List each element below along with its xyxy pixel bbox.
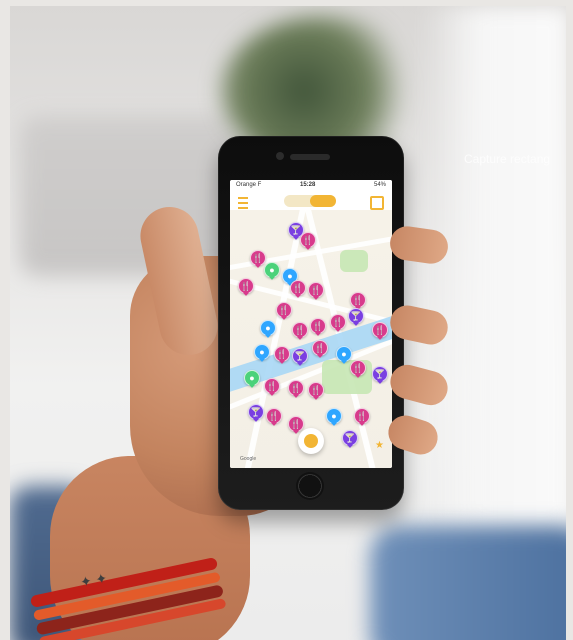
menu-icon[interactable]: [238, 197, 248, 209]
mode-toggle[interactable]: [284, 195, 336, 207]
time-label: 15:28: [300, 182, 316, 188]
jeans: [370, 526, 566, 640]
map-pin-icon[interactable]: ●: [336, 346, 352, 362]
earpiece-speaker: [290, 154, 330, 160]
smartphone: Orange F 15:28 54% 🍸 🍴 🍴 ● 🍴 ● 🍴 🍴 🍴 🍴 ●…: [218, 136, 404, 510]
map-pin-icon[interactable]: 🍴: [290, 280, 306, 296]
photo-scene: Capture rectang ✦ ✦ Orange F 15:28 54% 🍸…: [10, 6, 566, 640]
map-pin-icon[interactable]: 🍴: [330, 314, 346, 330]
map-pin-icon[interactable]: 🍴: [372, 322, 388, 338]
carrier-label: Orange F: [236, 182, 262, 188]
map-pin-icon[interactable]: 🍴: [312, 340, 328, 356]
background-sofa: [20, 116, 240, 276]
photo-frame: Capture rectang ✦ ✦ Orange F 15:28 54% 🍸…: [0, 0, 573, 640]
filter-icon[interactable]: [370, 196, 384, 210]
map-pin-icon[interactable]: ●: [260, 320, 276, 336]
map-pin-icon[interactable]: 🍴: [300, 232, 316, 248]
battery-label: 54%: [373, 182, 386, 188]
map-pin-icon[interactable]: 🍴: [310, 318, 326, 334]
status-bar: Orange F 15:28 54%: [230, 180, 392, 192]
map-pin-icon[interactable]: ●: [326, 408, 342, 424]
map-pin-icon[interactable]: 🍴: [292, 322, 308, 338]
locate-icon: [304, 434, 318, 448]
map-pin-icon[interactable]: 🍴: [350, 360, 366, 376]
background-window: [420, 6, 566, 526]
home-button[interactable]: [296, 472, 324, 500]
map-pin-icon[interactable]: 🍴: [288, 380, 304, 396]
map-pin-icon[interactable]: 🍴: [266, 408, 282, 424]
map-view[interactable]: 🍸 🍴 🍴 ● 🍴 ● 🍴 🍴 🍴 🍴 ● 🍴 🍴 🍴 🍸 🍴 ● 🍴 🍸 🍴 …: [230, 210, 392, 468]
map-pin-icon[interactable]: ●: [264, 262, 280, 278]
mode-toggle-active[interactable]: [310, 195, 336, 207]
front-camera: [276, 152, 284, 160]
locate-button[interactable]: [298, 428, 324, 454]
map-pin-icon[interactable]: 🍴: [350, 292, 366, 308]
map-pin-icon[interactable]: 🍸: [292, 348, 308, 364]
map-pin-icon[interactable]: 🍸: [342, 430, 358, 446]
map-pin-icon[interactable]: 🍴: [250, 250, 266, 266]
map-pin-icon[interactable]: 🍸: [348, 308, 364, 324]
map-pin-icon[interactable]: 🍴: [308, 282, 324, 298]
map-pin-icon[interactable]: 🍸: [248, 404, 264, 420]
map-pin-icon[interactable]: 🍴: [276, 302, 292, 318]
map-pin-icon[interactable]: 🍴: [288, 416, 304, 432]
map-pin-icon[interactable]: 🍸: [372, 366, 388, 382]
map-pin-icon[interactable]: ●: [244, 370, 260, 386]
map-attribution: Google: [240, 456, 257, 462]
map-pin-icon[interactable]: 🍴: [238, 278, 254, 294]
map-park: [340, 250, 368, 272]
map-pin-icon[interactable]: 🍴: [274, 346, 290, 362]
map-pin-icon[interactable]: 🍴: [354, 408, 370, 424]
app-topbar: [230, 192, 392, 210]
map-pin-icon[interactable]: 🍴: [264, 378, 280, 394]
map-pin-icon[interactable]: ●: [254, 344, 270, 360]
map-pin-icon[interactable]: 🍴: [308, 382, 324, 398]
phone-screen: Orange F 15:28 54% 🍸 🍴 🍴 ● 🍴 ● 🍴 🍴 🍴 🍴 ●…: [230, 180, 392, 468]
screen-capture-label: Capture rectang: [464, 152, 551, 166]
star-icon[interactable]: ★: [375, 440, 384, 451]
